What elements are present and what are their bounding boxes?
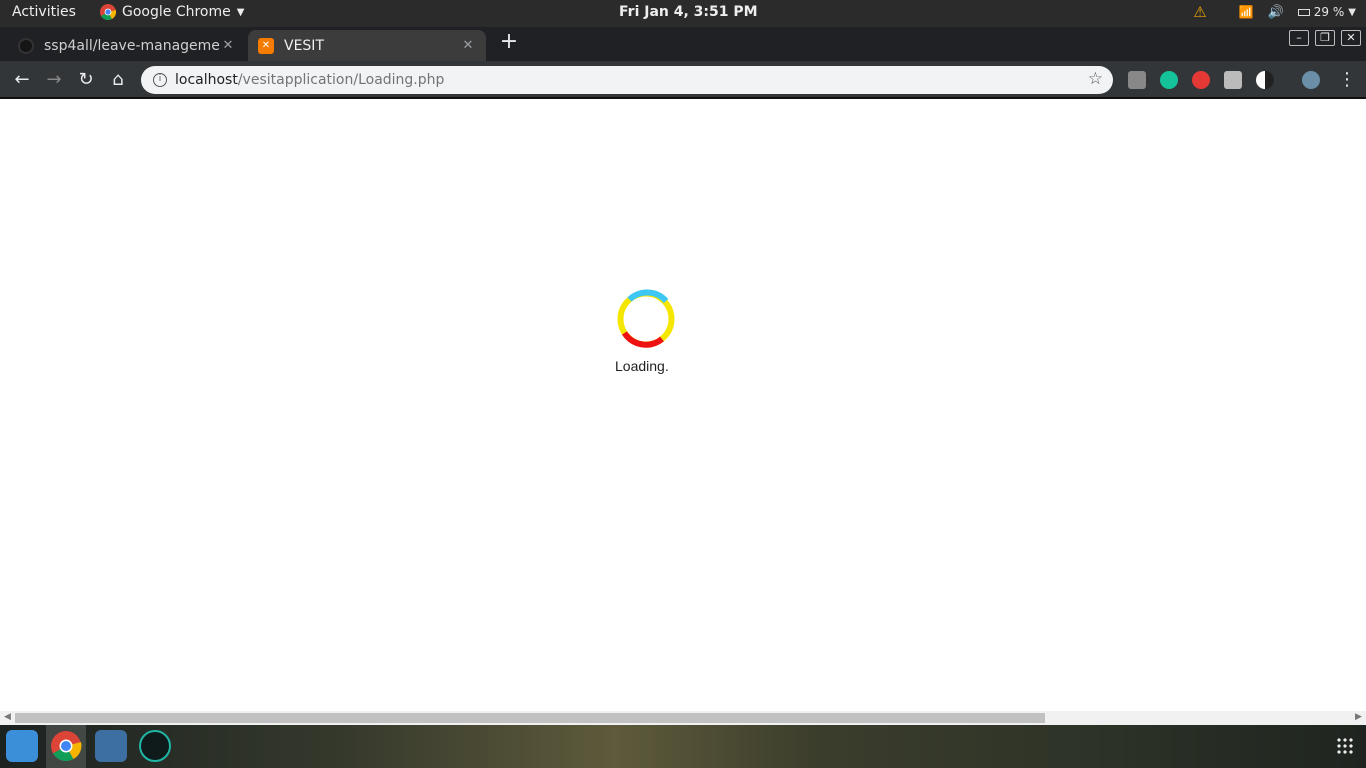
loading-text: Loading.: [615, 358, 669, 374]
system-tray[interactable]: ⚠ 📶 🔊 29 % ▼: [1193, 3, 1356, 21]
wifi-icon: 📶: [1238, 5, 1254, 19]
tab-github[interactable]: ssp4all/leave-managemen ✕: [8, 30, 246, 61]
bookmark-star-icon[interactable]: ☆: [1088, 69, 1103, 89]
reload-button[interactable]: ↻: [75, 69, 97, 91]
app-menu-label: Google Chrome: [122, 4, 231, 20]
home-button[interactable]: ⌂: [107, 69, 129, 91]
chevron-down-icon: ▼: [1348, 6, 1356, 18]
battery-icon: [1297, 8, 1310, 16]
gitkraken-icon[interactable]: [139, 730, 171, 762]
scroll-right-icon[interactable]: ▶: [1355, 712, 1362, 722]
extension-icon[interactable]: [1128, 71, 1146, 89]
volume-icon: 🔊: [1267, 4, 1284, 20]
close-window-button[interactable]: ✕: [1341, 30, 1361, 46]
back-button[interactable]: ←: [11, 69, 33, 91]
horizontal-scrollbar[interactable]: ◀ ▶: [0, 711, 1366, 725]
more-menu-icon[interactable]: ⋮: [1338, 69, 1356, 90]
scrollbar-thumb[interactable]: [15, 713, 1045, 723]
app-grid-icon[interactable]: [1336, 737, 1354, 755]
tab-vesit[interactable]: ✕ VESIT ✕: [248, 30, 486, 61]
minimize-button[interactable]: –: [1289, 30, 1309, 46]
browser-toolbar: ← → ↻ ⌂ i localhost/vesitapplication/Loa…: [0, 61, 1366, 99]
close-icon[interactable]: ✕: [220, 38, 236, 53]
system-top-bar: Activities Google Chrome ▼ Fri Jan 4, 3:…: [0, 0, 1366, 27]
chevron-down-icon: ▼: [236, 6, 245, 18]
url-host: localhost: [175, 72, 238, 88]
scroll-left-icon[interactable]: ◀: [4, 712, 11, 722]
battery-percentage: 29 %: [1313, 5, 1345, 19]
loading-spinner: [617, 289, 675, 348]
avatar[interactable]: [1302, 71, 1320, 89]
divider: [0, 97, 1366, 99]
info-icon[interactable]: i: [153, 73, 167, 87]
tab-title: ssp4all/leave-managemen: [44, 37, 220, 54]
vscode-icon[interactable]: [95, 730, 127, 762]
new-tab-button[interactable]: +: [497, 31, 521, 55]
app-menu[interactable]: Google Chrome ▼: [100, 4, 244, 20]
restore-button[interactable]: ❐: [1315, 30, 1335, 46]
xampp-icon: ✕: [258, 37, 274, 54]
dock: [0, 725, 1366, 768]
address-bar[interactable]: i localhost/vesitapplication/Loading.php…: [141, 66, 1113, 94]
grammarly-icon[interactable]: [1160, 71, 1178, 89]
url-path: /vesitapplication/Loading.php: [237, 72, 445, 88]
files-icon[interactable]: [6, 730, 38, 762]
clock[interactable]: Fri Jan 4, 3:51 PM: [619, 4, 758, 20]
forward-button[interactable]: →: [43, 69, 65, 91]
chrome-icon: [100, 4, 116, 20]
activities-button[interactable]: Activities: [12, 4, 76, 20]
chrome-icon[interactable]: [50, 730, 82, 762]
tab-strip: ssp4all/leave-managemen ✕ ✕ VESIT ✕: [0, 27, 1366, 61]
dark-mode-icon[interactable]: [1256, 71, 1274, 89]
tab-title: VESIT: [284, 37, 324, 54]
extension-icon[interactable]: [1224, 71, 1242, 89]
adblock-icon[interactable]: [1192, 71, 1210, 89]
warning-icon[interactable]: ⚠: [1193, 3, 1206, 21]
close-icon[interactable]: ✕: [460, 38, 476, 53]
github-icon: [18, 37, 34, 54]
